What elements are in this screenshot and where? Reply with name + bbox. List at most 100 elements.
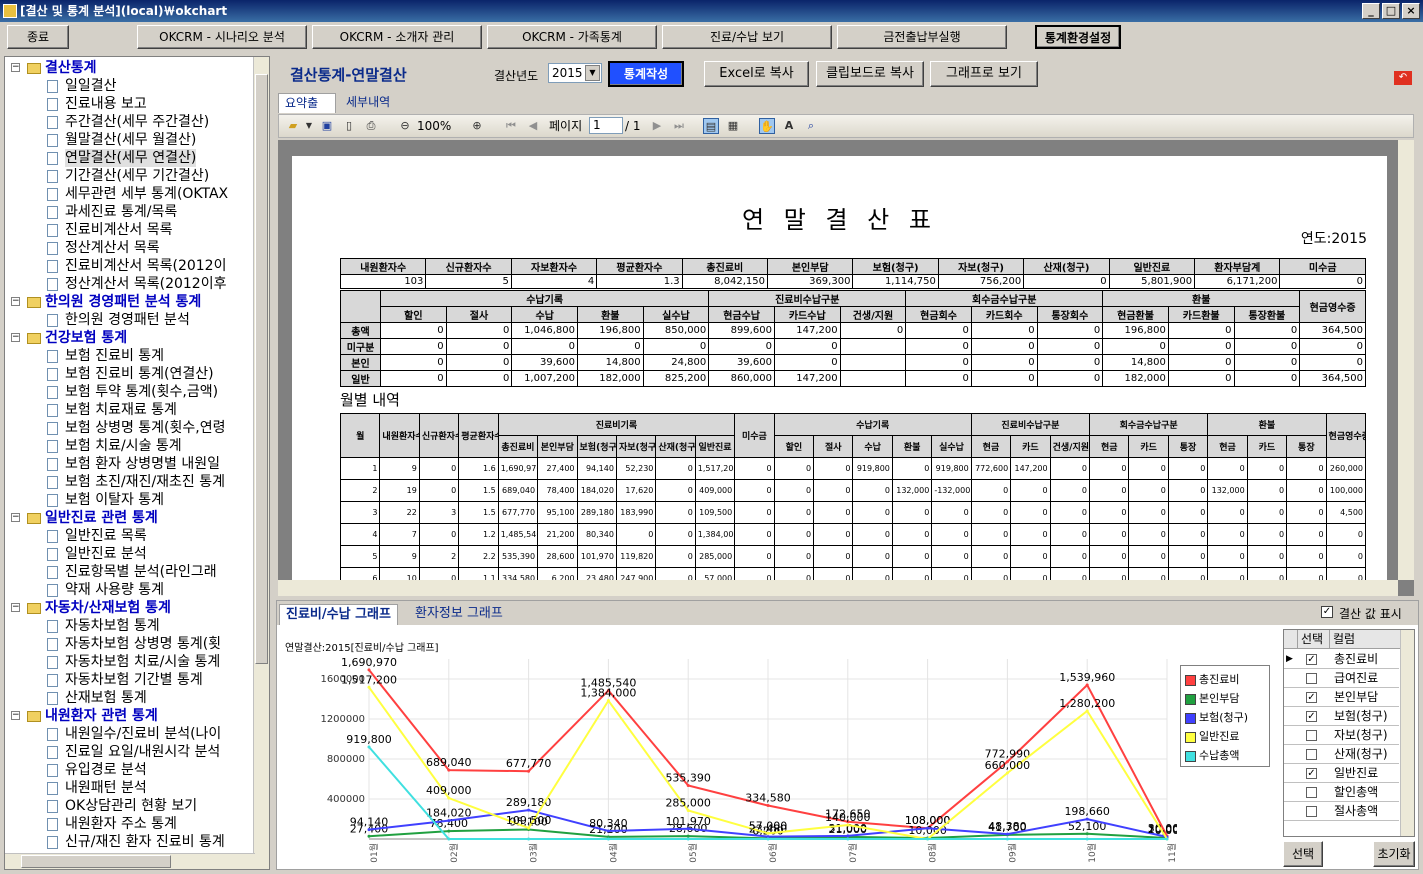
reset-button[interactable]: 초기화 — [1373, 841, 1415, 867]
tree-category[interactable]: 결산통계 — [45, 59, 97, 77]
grid-row[interactable]: 산재(청구) — [1284, 745, 1399, 764]
column-checkbox[interactable] — [1306, 730, 1317, 741]
tree-item[interactable]: 보험 치료/시술 통계 — [65, 437, 182, 455]
back-icon[interactable]: ↶ — [1394, 71, 1412, 85]
tree-item[interactable]: 진료항목별 분석(라인그래 — [65, 563, 217, 581]
tree-item[interactable]: 보험 진료비 통계 — [65, 347, 164, 365]
tree-item[interactable]: 보험 상병명 통계(횟수,연령 — [65, 419, 226, 437]
select-button[interactable]: 선택 — [1283, 841, 1323, 867]
zoom-out-icon[interactable]: ⊖ — [397, 118, 413, 134]
column-checkbox[interactable]: ✓ — [1306, 654, 1317, 665]
year-select[interactable]: 2015 ▼ — [548, 63, 602, 83]
report-viewer[interactable]: 연 말 결 산 표 연도:2015 내원환자수 신규환자수 자보환자수 평균환자수 총진… — [278, 140, 1414, 596]
grid-row[interactable]: 급여진료 — [1284, 669, 1399, 688]
column-checkbox[interactable]: ✓ — [1306, 711, 1317, 722]
tree-item[interactable]: 보험 이탈자 통계 — [65, 491, 164, 509]
next-page-icon[interactable]: ▶ — [649, 118, 665, 134]
tree-category[interactable]: 자동차/산재보험 통계 — [45, 599, 171, 617]
tree-item[interactable]: 신규/재진 환자 진료비 통계 — [65, 833, 225, 851]
column-checkbox[interactable] — [1306, 673, 1317, 684]
save-icon[interactable]: ▣ — [319, 118, 335, 134]
tree-category[interactable]: 내원환자 관련 통계 — [45, 707, 158, 725]
tree-item[interactable]: 정산계산서 목록(2012이후 — [65, 275, 226, 293]
tree-item[interactable]: 진료비계산서 목록 — [65, 221, 173, 239]
report-hscrollbar[interactable] — [278, 580, 1398, 596]
text-select-icon[interactable]: A — [781, 118, 797, 134]
tree-item[interactable]: 진료일 요일/내원시각 분석 — [65, 743, 220, 761]
tree-item[interactable]: 보험 진료비 통계(연결산) — [65, 365, 214, 383]
tree-item[interactable]: 한의원 경영패턴 분석 — [65, 311, 190, 329]
multi-page-icon[interactable]: ▦ — [725, 118, 741, 134]
grid-row[interactable]: ✓ 본인부담 — [1284, 688, 1399, 707]
tree-item[interactable]: 내원패턴 분석 — [65, 779, 147, 797]
column-checkbox[interactable] — [1306, 787, 1317, 798]
okcrm-scenario-button[interactable]: OKCRM - 시나리오 분석 — [137, 25, 307, 49]
single-page-icon[interactable]: ▤ — [703, 118, 719, 134]
grid-row[interactable]: 할인총액 — [1284, 783, 1399, 802]
okcrm-family-button[interactable]: OKCRM - 가족통계 — [487, 25, 657, 49]
tree-item[interactable]: 일일결산 — [65, 77, 117, 95]
grid-vscrollbar[interactable] — [1400, 630, 1414, 836]
tree-item[interactable]: 월말결산(세무 월결산) — [65, 131, 196, 149]
tab-fee-payment-graph[interactable]: 진료비/수납 그래프 — [279, 604, 398, 625]
tree-item[interactable]: 자동차보험 치료/시술 통계 — [65, 653, 220, 671]
tree-item[interactable]: 일반진료 목록 — [65, 527, 147, 545]
show-values-checkbox[interactable]: ✓ — [1321, 606, 1333, 618]
cashbook-button[interactable]: 금전출납부실행 — [837, 25, 1007, 49]
tree-item[interactable]: 정산계산서 목록 — [65, 239, 160, 257]
grid-row[interactable]: ✓ 보험(청구) — [1284, 707, 1399, 726]
grid-row[interactable]: 자보(청구) — [1284, 726, 1399, 745]
first-page-icon[interactable]: ⏮ — [503, 118, 519, 134]
chevron-down-icon[interactable]: ▼ — [301, 118, 317, 134]
chevron-down-icon[interactable]: ▼ — [585, 65, 600, 81]
tree-item[interactable]: 보험 초진/재진/재초진 통계 — [65, 473, 225, 491]
column-checkbox[interactable] — [1306, 749, 1317, 760]
copy-clipboard-button[interactable]: 클립보드로 복사 — [816, 61, 924, 87]
tree-item[interactable]: 약재 사용량 통계 — [65, 581, 164, 599]
generate-stats-button[interactable]: 통계작성 — [608, 61, 684, 87]
tree-item[interactable]: 자동차보험 기간별 통계 — [65, 671, 203, 689]
grid-row[interactable]: 절사총액 — [1284, 802, 1399, 821]
exit-button[interactable]: 종료 — [7, 25, 69, 49]
collapse-icon[interactable]: − — [11, 603, 20, 612]
tree-item[interactable]: 산재보험 통계 — [65, 689, 147, 707]
graph-view-button[interactable]: 그래프로 보기 — [930, 61, 1038, 87]
copy-excel-button[interactable]: Excel로 복사 — [704, 61, 809, 87]
page-input[interactable]: 1 — [589, 117, 623, 134]
tree-item[interactable]: OK상담관리 현황 보기 — [65, 797, 197, 815]
print-icon[interactable]: ⎙ — [363, 118, 379, 134]
maximize-button[interactable]: □ — [1382, 3, 1400, 19]
tree-item[interactable]: 유입경로 분석 — [65, 761, 147, 779]
collapse-icon[interactable]: − — [11, 63, 20, 72]
tree-hscrollbar[interactable] — [5, 853, 255, 869]
prev-page-icon[interactable]: ◀ — [525, 118, 541, 134]
close-button[interactable]: × — [1402, 3, 1420, 19]
tree-vscrollbar[interactable] — [253, 57, 269, 869]
zoom-select[interactable]: 100% ▼ — [417, 118, 461, 148]
tree-item[interactable]: 보험 환자 상병명별 내원일 — [65, 455, 220, 473]
tree-item[interactable]: 보험 치료재료 통계 — [65, 401, 177, 419]
column-checkbox[interactable] — [1306, 806, 1317, 817]
tree-item[interactable]: 자동차보험 통계 — [65, 617, 160, 635]
tree-item[interactable]: 연말결산(세무 연결산) — [65, 149, 197, 167]
collapse-icon[interactable]: − — [11, 297, 20, 306]
tree-category[interactable]: 일반진료 관련 통계 — [45, 509, 158, 527]
column-checkbox[interactable]: ✓ — [1306, 768, 1317, 779]
find-icon[interactable]: ⌕ — [803, 118, 819, 134]
tree-item[interactable]: 보험 투약 통계(횟수,금액) — [65, 383, 218, 401]
collapse-icon[interactable]: − — [11, 513, 20, 522]
okcrm-referrer-button[interactable]: OKCRM - 소개자 관리 — [312, 25, 482, 49]
collapse-icon[interactable]: − — [11, 711, 20, 720]
column-checkbox[interactable]: ✓ — [1306, 692, 1317, 703]
tree-item[interactable]: 내원환자 주소 통계 — [65, 815, 177, 833]
tab-detail[interactable]: 세부내역 — [340, 93, 400, 113]
tree-category[interactable]: 건강보험 통계 — [45, 329, 127, 347]
treatment-payment-button[interactable]: 진료/수납 보기 — [662, 25, 832, 49]
hand-tool-icon[interactable]: ✋ — [759, 118, 775, 134]
tree-item[interactable]: 내원일수/진료비 분석(나이 — [65, 725, 221, 743]
tree-item[interactable]: 과세진료 통계/목록 — [65, 203, 177, 221]
tree-item[interactable]: 진료내용 보고 — [65, 95, 147, 113]
tree-item[interactable]: 진료비계산서 목록(2012이 — [65, 257, 226, 275]
tree-item[interactable]: 세무관련 세부 통계(OKTAX — [65, 185, 228, 203]
tab-patient-graph[interactable]: 환자정보 그래프 — [409, 604, 509, 625]
